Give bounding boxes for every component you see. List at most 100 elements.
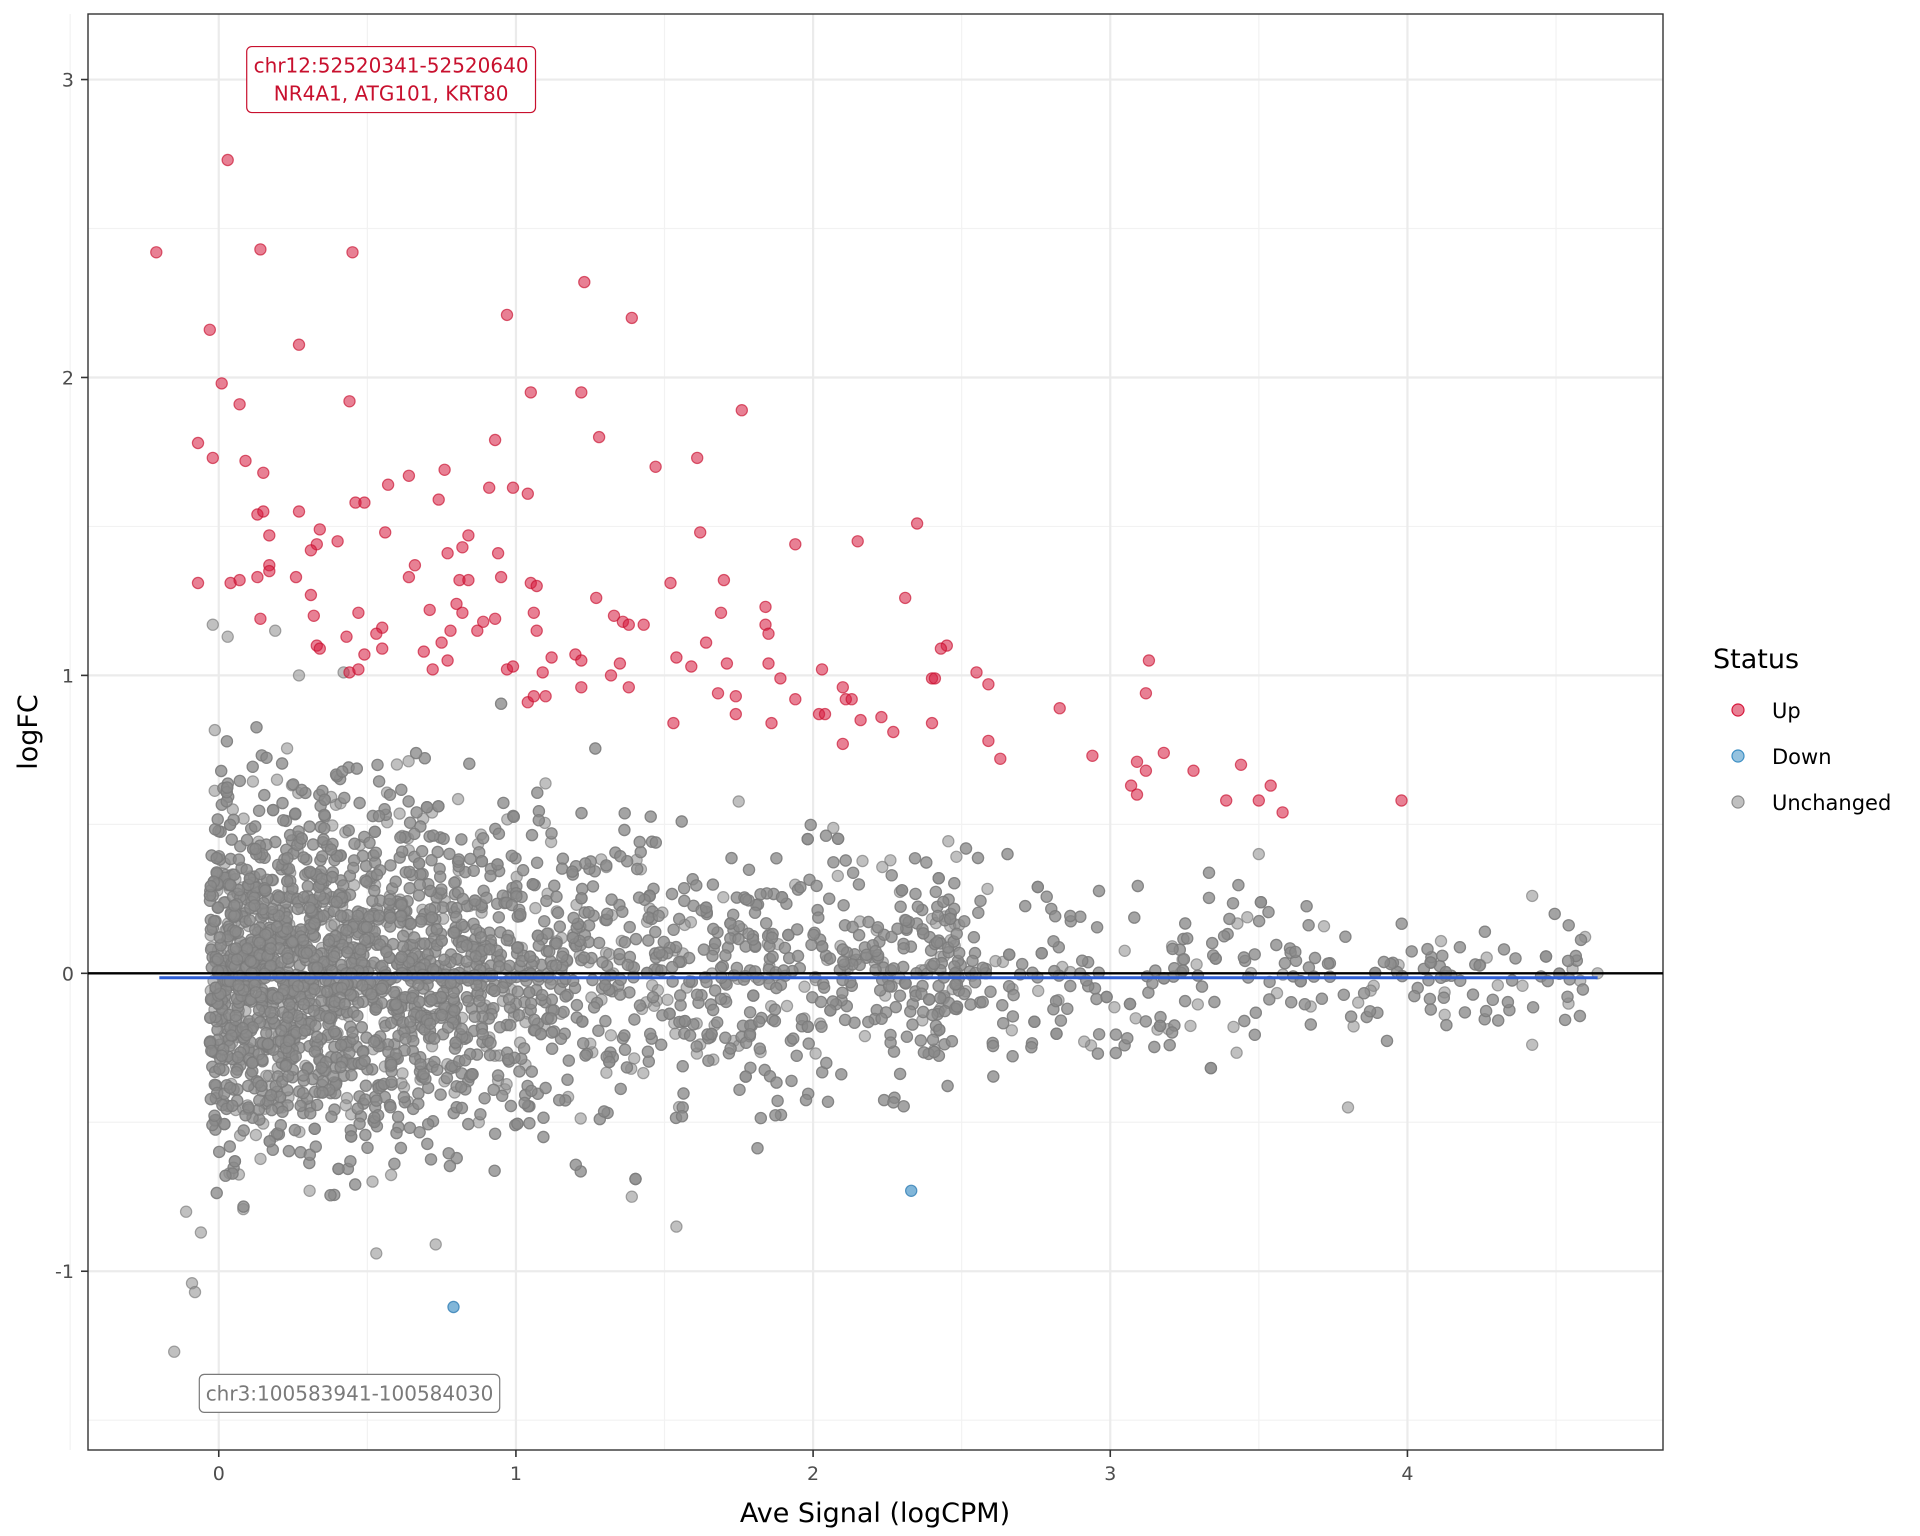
point-unchanged <box>394 1141 408 1155</box>
point-unchanged <box>675 1109 689 1123</box>
point-unchanged <box>1405 945 1418 958</box>
point-unchanged <box>1526 1001 1540 1014</box>
point-unchanged <box>1337 988 1351 1002</box>
point-unchanged <box>599 1014 612 1028</box>
point-unchanged <box>366 1175 379 1188</box>
point-unchanged <box>1031 984 1045 998</box>
point-unchanged <box>1064 909 1077 923</box>
point-unchanged <box>380 945 393 959</box>
point-unchanged <box>397 929 410 943</box>
point-unchanged <box>530 856 544 870</box>
point-unchanged <box>967 931 981 944</box>
point-unchanged <box>804 818 817 832</box>
point-unchanged <box>254 1152 267 1166</box>
point-unchanged <box>291 980 305 993</box>
point-unchanged <box>225 833 238 846</box>
point-unchanged <box>823 892 836 905</box>
point-unchanged <box>1128 911 1141 924</box>
point-unchanged <box>1344 1010 1358 1023</box>
point-unchanged <box>504 1099 518 1113</box>
point-unchanged <box>307 1004 321 1017</box>
point-unchanged <box>248 820 262 833</box>
point-unchanged <box>706 1003 720 1017</box>
point-unchanged <box>344 1155 357 1168</box>
point-unchanged <box>1436 949 1449 963</box>
point-unchanged <box>972 906 985 920</box>
point-unchanged <box>492 827 506 840</box>
point-unchanged <box>414 915 427 928</box>
point-unchanged <box>388 1157 401 1171</box>
point-unchanged <box>549 959 563 972</box>
point-unchanged <box>252 804 266 818</box>
point-unchanged <box>618 823 631 837</box>
point-unchanged <box>1118 944 1131 958</box>
point-unchanged <box>220 735 234 748</box>
point-unchanged <box>989 954 1002 968</box>
point-unchanged <box>871 921 885 934</box>
point-unchanged <box>403 882 416 895</box>
point-unchanged <box>413 1126 426 1139</box>
point-unchanged <box>274 1118 287 1132</box>
point-unchanged <box>244 954 257 968</box>
point-unchanged <box>483 1048 497 1062</box>
point-unchanged <box>342 824 355 837</box>
point-unchanged <box>724 1042 737 1055</box>
point-unchanged <box>987 1070 1000 1083</box>
point-unchanged <box>203 1011 217 1024</box>
point-unchanged <box>211 813 224 826</box>
point-unchanged <box>986 1039 1000 1053</box>
point-unchanged <box>1047 935 1060 948</box>
point-unchanged <box>458 1054 472 1067</box>
point-unchanged <box>1249 1006 1263 1019</box>
point-unchanged <box>223 1140 236 1153</box>
point-unchanged <box>463 757 476 770</box>
point-unchanged <box>361 1141 374 1155</box>
point-unchanged <box>576 1015 589 1028</box>
point-unchanged <box>1075 954 1089 967</box>
point-unchanged <box>548 879 561 892</box>
point-unchanged <box>538 915 551 928</box>
point-unchanged <box>232 853 246 866</box>
point-unchanged <box>1466 988 1480 1001</box>
point-unchanged <box>953 946 966 960</box>
point-unchanged <box>812 911 825 924</box>
point-unchanged <box>930 936 944 949</box>
point-unchanged <box>390 1126 403 1140</box>
point-unchanged <box>690 879 703 892</box>
point-unchanged <box>213 1062 226 1075</box>
point-unchanged <box>768 1003 782 1016</box>
point-unchanged <box>455 1101 469 1115</box>
point-unchanged <box>959 842 973 855</box>
point-unchanged <box>882 980 896 993</box>
point-unchanged <box>820 1056 833 1070</box>
point-unchanged <box>253 1094 266 1107</box>
point-unchanged <box>1270 938 1283 952</box>
point-unchanged <box>600 859 613 872</box>
point-unchanged <box>1574 933 1588 947</box>
point-unchanged <box>505 849 518 863</box>
point-unchanged <box>359 1128 372 1142</box>
point-unchanged <box>334 1060 347 1074</box>
point-unchanged <box>250 721 263 734</box>
point-unchanged <box>476 1028 489 1041</box>
point-unchanged <box>403 865 416 879</box>
point-unchanged <box>1491 1014 1505 1027</box>
point-unchanged <box>958 987 971 1001</box>
point-unchanged <box>372 775 386 788</box>
point-unchanged <box>512 1009 526 1022</box>
point-unchanged <box>306 838 320 851</box>
point-unchanged <box>276 796 289 810</box>
point-unchanged <box>1025 1040 1038 1054</box>
point-unchanged <box>1501 995 1515 1009</box>
point-unchanged <box>492 911 505 924</box>
point-unchanged <box>1509 952 1522 965</box>
point-unchanged <box>1202 866 1216 879</box>
point-unchanged <box>1357 987 1371 1000</box>
point-unchanged <box>289 1050 302 1063</box>
point-unchanged <box>317 909 330 923</box>
point-unchanged <box>1054 1014 1068 1027</box>
point-unchanged <box>623 920 636 934</box>
point-unchanged <box>321 985 334 998</box>
point-unchanged <box>324 1188 337 1202</box>
point-unchanged <box>368 1111 381 1124</box>
